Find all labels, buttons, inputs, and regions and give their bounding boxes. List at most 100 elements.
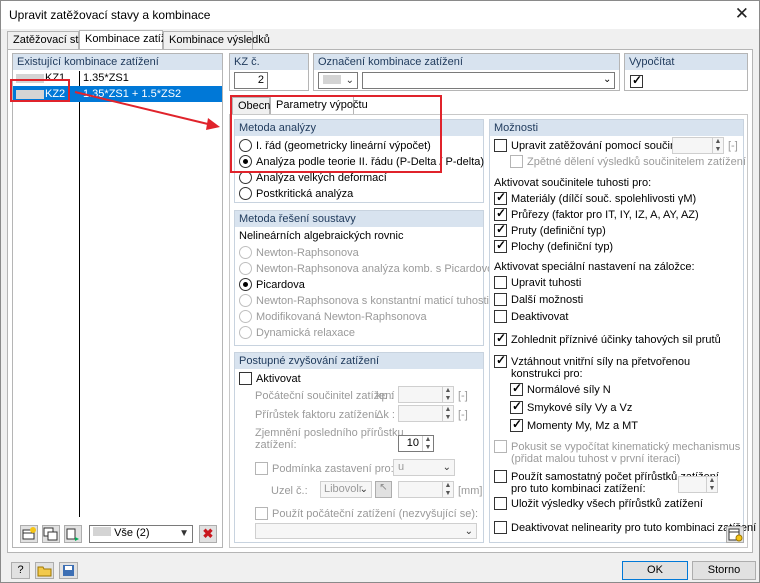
- renumber-button[interactable]: [64, 525, 82, 543]
- ok-button[interactable]: OK: [622, 561, 688, 580]
- increment-factor-input[interactable]: ▲ ▼: [398, 405, 454, 422]
- tab-kombinace-vysledku[interactable]: Kombinace výsledků: [163, 31, 270, 49]
- deactivate-nonlinearities-checkbox[interactable]: [494, 521, 507, 534]
- special-more-checkbox[interactable]: [494, 293, 507, 306]
- stop-condition-value: u: [398, 461, 405, 473]
- calculate-box: Vypočítat: [624, 53, 748, 91]
- shear-forces-label: Smykové síly Vy a Vz: [527, 402, 633, 414]
- kinematic-label-2: (přidat malou tuhost v první iteraci): [511, 453, 681, 465]
- chevron-down-icon: ⌄: [345, 75, 354, 86]
- window-title: Upravit zatěžovací stavy a kombinace: [9, 8, 211, 22]
- divide-results-label: Zpětné dělení výsledků součinitelem zatí…: [527, 156, 746, 168]
- spinner[interactable]: ▲ ▼: [442, 406, 453, 421]
- stiffness-members-label: Pruty (definiční typ): [511, 225, 606, 237]
- node-value-input[interactable]: ▲ ▼: [398, 481, 454, 498]
- node-select[interactable]: Libovolr ⌄: [320, 481, 372, 498]
- copy-combination-button[interactable]: [42, 525, 60, 543]
- deformed-structure-checkbox[interactable]: [494, 353, 507, 368]
- radio-dynamic-relaxation-label: Dynamická relaxace: [256, 327, 356, 339]
- save-button[interactable]: [59, 562, 78, 579]
- kinematic-checkbox[interactable]: [494, 440, 507, 453]
- modify-loading-checkbox[interactable]: [494, 139, 507, 152]
- close-icon[interactable]: ✕: [735, 4, 749, 24]
- moments-label: Momenty My, Mz a MT: [527, 420, 639, 432]
- radio-newton-raphson[interactable]: [239, 246, 252, 259]
- chevron-down-icon: ⌄: [442, 462, 451, 473]
- calculate-label: Vypočítat: [625, 54, 747, 70]
- stiffness-surfaces-label: Plochy (definiční typ): [511, 241, 614, 253]
- spinner[interactable]: ▲ ▼: [422, 436, 433, 451]
- help-button[interactable]: ?: [11, 562, 30, 579]
- combination-name-box: Označení kombinace zatížení ⌄ ⌄: [313, 53, 620, 91]
- tab-page: Existující kombinace zatížení KZ1 1.35*Z…: [7, 49, 756, 553]
- spinner[interactable]: ▲ ▼: [442, 387, 453, 402]
- normal-forces-checkbox[interactable]: [510, 381, 523, 396]
- pick-node-button[interactable]: ↖: [375, 481, 392, 498]
- delete-icon: ✖: [202, 526, 214, 541]
- help-icon: ?: [17, 564, 24, 576]
- radio-nr-picard[interactable]: [239, 262, 252, 275]
- unit-label: [-]: [728, 140, 738, 152]
- filter-select[interactable]: Vše (2) ▼: [89, 525, 193, 543]
- stiffness-members-checkbox[interactable]: [494, 222, 507, 237]
- tab-kombinace-zatizeni[interactable]: Kombinace zatížení: [79, 30, 182, 50]
- initial-load-checkbox[interactable]: [255, 507, 268, 520]
- open-button[interactable]: [35, 562, 54, 579]
- stop-condition-label: Podmínka zastavení pro:: [272, 463, 394, 475]
- moments-checkbox[interactable]: [510, 417, 523, 432]
- initial-factor-input[interactable]: ▲ ▼: [398, 386, 454, 403]
- new-combination-button[interactable]: [20, 525, 38, 543]
- color-swatch: [323, 75, 341, 84]
- stiffness-sections-checkbox[interactable]: [494, 206, 507, 221]
- special-deactivate-checkbox[interactable]: [494, 310, 507, 323]
- deactivate-nonlinearities-label: Deaktivovat nelinearity pro tuto kombina…: [511, 522, 757, 534]
- special-stiffness-checkbox[interactable]: [494, 276, 507, 289]
- load-increment-header: Postupné zvyšování zatížení: [235, 353, 483, 369]
- combination-name-input[interactable]: [362, 72, 615, 89]
- save-increments-label: Uložit výsledky všech přírůstků zatížení: [511, 498, 703, 510]
- activate-increment-checkbox[interactable]: [239, 372, 252, 385]
- separate-increments-checkbox[interactable]: [494, 470, 507, 483]
- spinner[interactable]: ▲ ▼: [712, 138, 723, 153]
- delete-button[interactable]: ✖: [199, 525, 217, 543]
- radio-picard[interactable]: [239, 278, 252, 291]
- special-deactivate-label: Deaktivovat: [511, 311, 569, 323]
- radio-postcritical[interactable]: [239, 187, 252, 200]
- save-icon: [63, 565, 74, 576]
- radio-nr-constant[interactable]: [239, 294, 252, 307]
- tab-zatezovaci-stavy[interactable]: Zatěžovací stavy: [7, 31, 96, 49]
- stiffness-materials-label: Materiály (dílčí souč. spolehlivosti γM): [511, 193, 697, 205]
- stiffness-materials-checkbox[interactable]: [494, 190, 507, 205]
- tension-effects-label: Zohlednit příznivé účinky tahových sil p…: [511, 334, 721, 346]
- filter-value: Vše (2): [114, 527, 150, 539]
- name-prefix-select[interactable]: ⌄: [318, 72, 358, 89]
- node-value: Libovolr: [324, 483, 363, 495]
- increments-count-input[interactable]: ▲ ▼: [678, 476, 718, 493]
- existing-combinations-header: Existující kombinace zatížení: [13, 54, 222, 70]
- options-group: Možnosti Upravit zatěžování pomocí souči…: [489, 119, 756, 543]
- stop-condition-select[interactable]: u ⌄: [393, 459, 455, 476]
- radio-dynamic-relaxation[interactable]: [239, 326, 252, 339]
- save-increments-checkbox[interactable]: [494, 497, 507, 510]
- stop-condition-checkbox[interactable]: [255, 462, 268, 475]
- refinement-input[interactable]: 10 ▲ ▼: [398, 435, 434, 452]
- spinner[interactable]: ▲ ▼: [442, 482, 453, 497]
- spinner[interactable]: ▲ ▼: [706, 477, 717, 492]
- pick-cursor-icon: ↖: [379, 482, 388, 493]
- renumber-icon: [66, 528, 79, 541]
- initial-load-select[interactable]: ⌄: [255, 523, 477, 539]
- radio-modified-nr[interactable]: [239, 310, 252, 323]
- kz-number-input[interactable]: 2: [234, 72, 268, 89]
- tension-effects-checkbox[interactable]: [494, 331, 507, 346]
- solver-method-header: Metoda řešení soustavy: [235, 211, 483, 227]
- copy-table-icon: [43, 527, 58, 541]
- options-settings-button[interactable]: [726, 526, 744, 543]
- divide-results-checkbox[interactable]: [510, 155, 523, 168]
- cancel-button[interactable]: Storno: [692, 561, 756, 580]
- radio-large-deformation-label: Analýza velkých deformací: [256, 172, 387, 184]
- chevron-down-icon: ⌄: [603, 74, 612, 85]
- shear-forces-checkbox[interactable]: [510, 399, 523, 414]
- stiffness-surfaces-checkbox[interactable]: [494, 238, 507, 253]
- calculate-checkbox[interactable]: [630, 73, 643, 88]
- modify-factor-input[interactable]: ▲ ▼: [672, 137, 724, 154]
